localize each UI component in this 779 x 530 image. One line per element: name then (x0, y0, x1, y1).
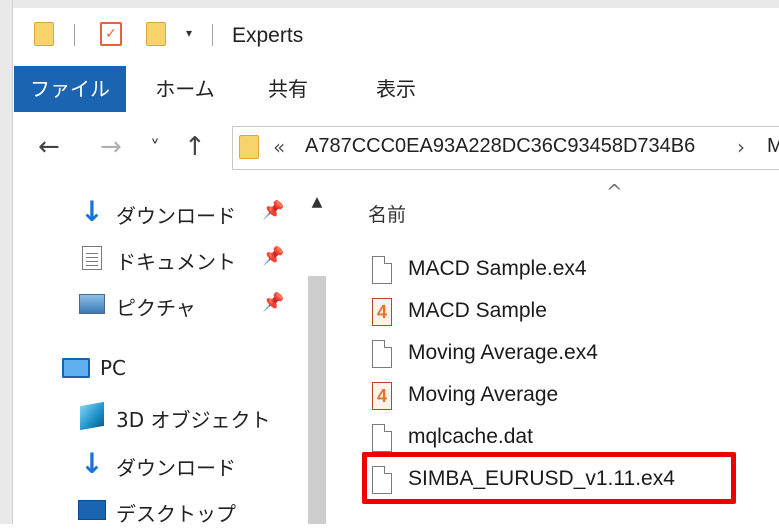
new-folder-icon[interactable] (146, 22, 166, 46)
file-row[interactable]: Moving Average.ex4 (368, 334, 748, 374)
ribbon-tabs: ファイル ホーム 共有 表示 (14, 66, 779, 113)
pictures-icon (78, 290, 106, 318)
nav-scrollbar-thumb[interactable] (308, 276, 326, 524)
nav-item-label: 3D オブジェクト (116, 408, 271, 432)
blank-file-icon (372, 256, 394, 284)
column-header-name[interactable]: 名前 (368, 200, 406, 227)
pin-icon[interactable]: 📌 (262, 292, 284, 313)
tab-view[interactable]: 表示 (368, 66, 424, 112)
back-arrow-icon[interactable]: ← (38, 132, 60, 162)
tab-file[interactable]: ファイル (14, 66, 126, 112)
nav-item-label: デスクトップ (116, 502, 236, 526)
mq4-file-icon: 4 (372, 298, 394, 326)
file-row[interactable]: 4 MACD Sample (368, 292, 748, 332)
address-separator-chevron-icon[interactable]: › (737, 135, 745, 159)
file-name: Moving Average.ex4 (408, 341, 598, 364)
tab-home[interactable]: ホーム (150, 66, 220, 112)
nav-item-label: ダウンロード (116, 456, 236, 480)
file-name: Moving Average (408, 383, 559, 406)
nav-item-downloads-quick[interactable]: ↓ ダウンロード 📌 (14, 192, 304, 232)
nav-item-label: ピクチャ (116, 296, 196, 320)
navigation-bar: ← → ˅ ↑ « A787CCC0EA93A228DC36C93458D734… (14, 112, 779, 188)
folder-icon[interactable] (34, 22, 54, 46)
file-name: mqlcache.dat (408, 425, 533, 448)
window-title: Experts (232, 24, 304, 47)
blank-file-icon (372, 424, 394, 452)
window-top-border (0, 0, 779, 8)
toolbar-separator (74, 24, 75, 46)
nav-item-pictures[interactable]: ピクチャ 📌 (14, 284, 304, 324)
pin-icon[interactable]: 📌 (262, 246, 284, 267)
file-name: MACD Sample (408, 299, 547, 322)
red-highlight-box (362, 452, 736, 504)
nav-item-pc[interactable]: PC (14, 348, 304, 388)
window-left-border (0, 0, 13, 524)
properties-checkbox-icon[interactable]: ✓ (100, 22, 122, 46)
address-next-segment[interactable]: M (767, 135, 779, 158)
scroll-up-arrow-icon[interactable]: ▲ (308, 194, 326, 210)
nav-item-downloads-pc[interactable]: ↓ ダウンロード (14, 444, 304, 484)
blank-file-icon (372, 340, 394, 368)
sort-ascending-icon[interactable]: ^ (606, 180, 623, 204)
desktop-icon (78, 496, 106, 524)
nav-item-3d-objects[interactable]: 3D オブジェクト (14, 396, 304, 436)
download-arrow-icon: ↓ (80, 195, 104, 228)
nav-item-desktop[interactable]: デスクトップ (14, 490, 304, 530)
mq4-file-icon: 4 (372, 382, 394, 410)
pc-monitor-icon (62, 354, 90, 382)
documents-icon (78, 244, 106, 272)
up-arrow-icon[interactable]: ↑ (184, 132, 206, 162)
forward-arrow-icon[interactable]: → (100, 132, 122, 162)
address-overflow-chevron[interactable]: « (273, 135, 285, 159)
pin-icon[interactable]: 📌 (262, 200, 284, 221)
nav-item-documents[interactable]: ドキュメント 📌 (14, 238, 304, 278)
tab-share[interactable]: 共有 (260, 66, 316, 112)
recent-locations-chevron-icon[interactable]: ˅ (150, 136, 160, 160)
3d-objects-icon (78, 401, 106, 431)
title-bar: ✓ ▾ Experts (14, 8, 779, 66)
navigation-pane: ↓ ダウンロード 📌 ドキュメント 📌 ピクチャ 📌 PC 3D オブジェクト … (14, 188, 330, 526)
quick-access-dropdown-icon[interactable]: ▾ (186, 26, 192, 40)
file-row[interactable]: 4 Moving Average (368, 376, 748, 416)
address-path-segment[interactable]: A787CCC0EA93A228DC36C93458D734B6 (305, 135, 695, 158)
nav-item-label: PC (100, 356, 127, 380)
file-row[interactable]: MACD Sample.ex4 (368, 250, 748, 290)
address-folder-icon (239, 135, 259, 159)
nav-item-label: ダウンロード (116, 204, 236, 228)
nav-item-label: ドキュメント (116, 250, 236, 274)
download-arrow-icon: ↓ (80, 447, 104, 480)
file-name: MACD Sample.ex4 (408, 257, 587, 280)
toolbar-separator (212, 24, 213, 46)
address-bar[interactable]: « A787CCC0EA93A228DC36C93458D734B6 › M (232, 126, 779, 170)
